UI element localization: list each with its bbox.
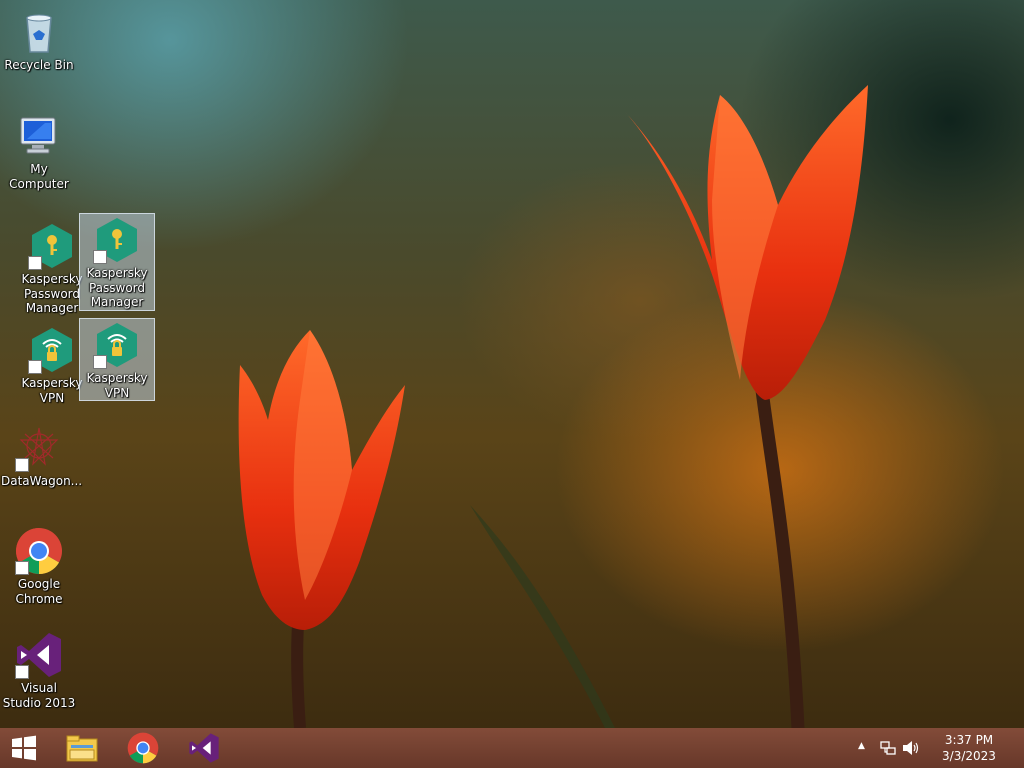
icon-label: Recycle Bin bbox=[4, 58, 74, 72]
taskbar: ▲ 3:37 PM 3/3/2023 bbox=[0, 728, 1024, 768]
system-tray: ▲ 3:37 PM 3/3/2023 bbox=[854, 728, 1024, 768]
icon-label: My Computer bbox=[9, 162, 69, 191]
clock-date: 3/3/2023 bbox=[942, 749, 996, 763]
taskbar-google-chrome[interactable] bbox=[115, 728, 171, 768]
desktop-icon-kaspersky-password-manager-selected[interactable]: Kaspersky Password Manager bbox=[79, 213, 155, 311]
desktop-icon-kaspersky-vpn-selected[interactable]: Kaspersky VPN bbox=[79, 318, 155, 401]
desktop-icon-google-chrome[interactable]: Google Chrome bbox=[1, 527, 77, 606]
kaspersky-vpn-icon bbox=[28, 326, 76, 374]
recycle-bin-icon bbox=[15, 8, 63, 56]
icon-label: Kaspersky VPN bbox=[86, 371, 148, 400]
visual-studio-icon bbox=[189, 733, 219, 763]
desktop-icon-recycle-bin[interactable]: Recycle Bin bbox=[1, 8, 77, 73]
taskbar-visual-studio[interactable] bbox=[176, 728, 232, 768]
shortcut-arrow-icon bbox=[28, 256, 42, 270]
desktop-icon-datawagon[interactable]: DataWagon... bbox=[1, 424, 83, 489]
google-chrome-icon bbox=[15, 527, 63, 575]
shortcut-arrow-icon bbox=[15, 458, 29, 472]
icon-label: DataWagon... bbox=[1, 474, 83, 488]
icon-label: Visual Studio 2013 bbox=[2, 681, 76, 710]
start-button[interactable] bbox=[0, 728, 48, 768]
icon-label: Kaspersky Password Manager bbox=[86, 266, 148, 309]
icon-label: Google Chrome bbox=[15, 577, 63, 606]
taskbar-clock[interactable]: 3:37 PM 3/3/2023 bbox=[934, 732, 1004, 764]
kaspersky-password-manager-icon bbox=[28, 222, 76, 270]
my-computer-icon bbox=[15, 112, 63, 160]
datawagon-icon bbox=[15, 424, 63, 472]
network-icon[interactable] bbox=[880, 740, 896, 756]
volume-icon[interactable] bbox=[902, 740, 920, 756]
desktop-icon-visual-studio-2013[interactable]: Visual Studio 2013 bbox=[1, 631, 77, 710]
shortcut-arrow-icon bbox=[15, 665, 29, 679]
kaspersky-vpn-icon bbox=[93, 321, 141, 369]
shortcut-arrow-icon bbox=[93, 355, 107, 369]
google-chrome-icon bbox=[127, 732, 159, 764]
shortcut-arrow-icon bbox=[15, 561, 29, 575]
show-hidden-icons-chevron[interactable]: ▲ bbox=[858, 741, 865, 751]
clock-time: 3:37 PM bbox=[944, 733, 994, 747]
kaspersky-password-manager-icon bbox=[93, 216, 141, 264]
taskbar-file-explorer[interactable] bbox=[54, 728, 110, 768]
shortcut-arrow-icon bbox=[28, 360, 42, 374]
windows-logo-icon bbox=[12, 735, 36, 761]
desktop-icon-my-computer[interactable]: My Computer bbox=[1, 112, 77, 191]
visual-studio-icon bbox=[15, 631, 63, 679]
file-explorer-icon bbox=[66, 735, 98, 762]
shortcut-arrow-icon bbox=[93, 250, 107, 264]
